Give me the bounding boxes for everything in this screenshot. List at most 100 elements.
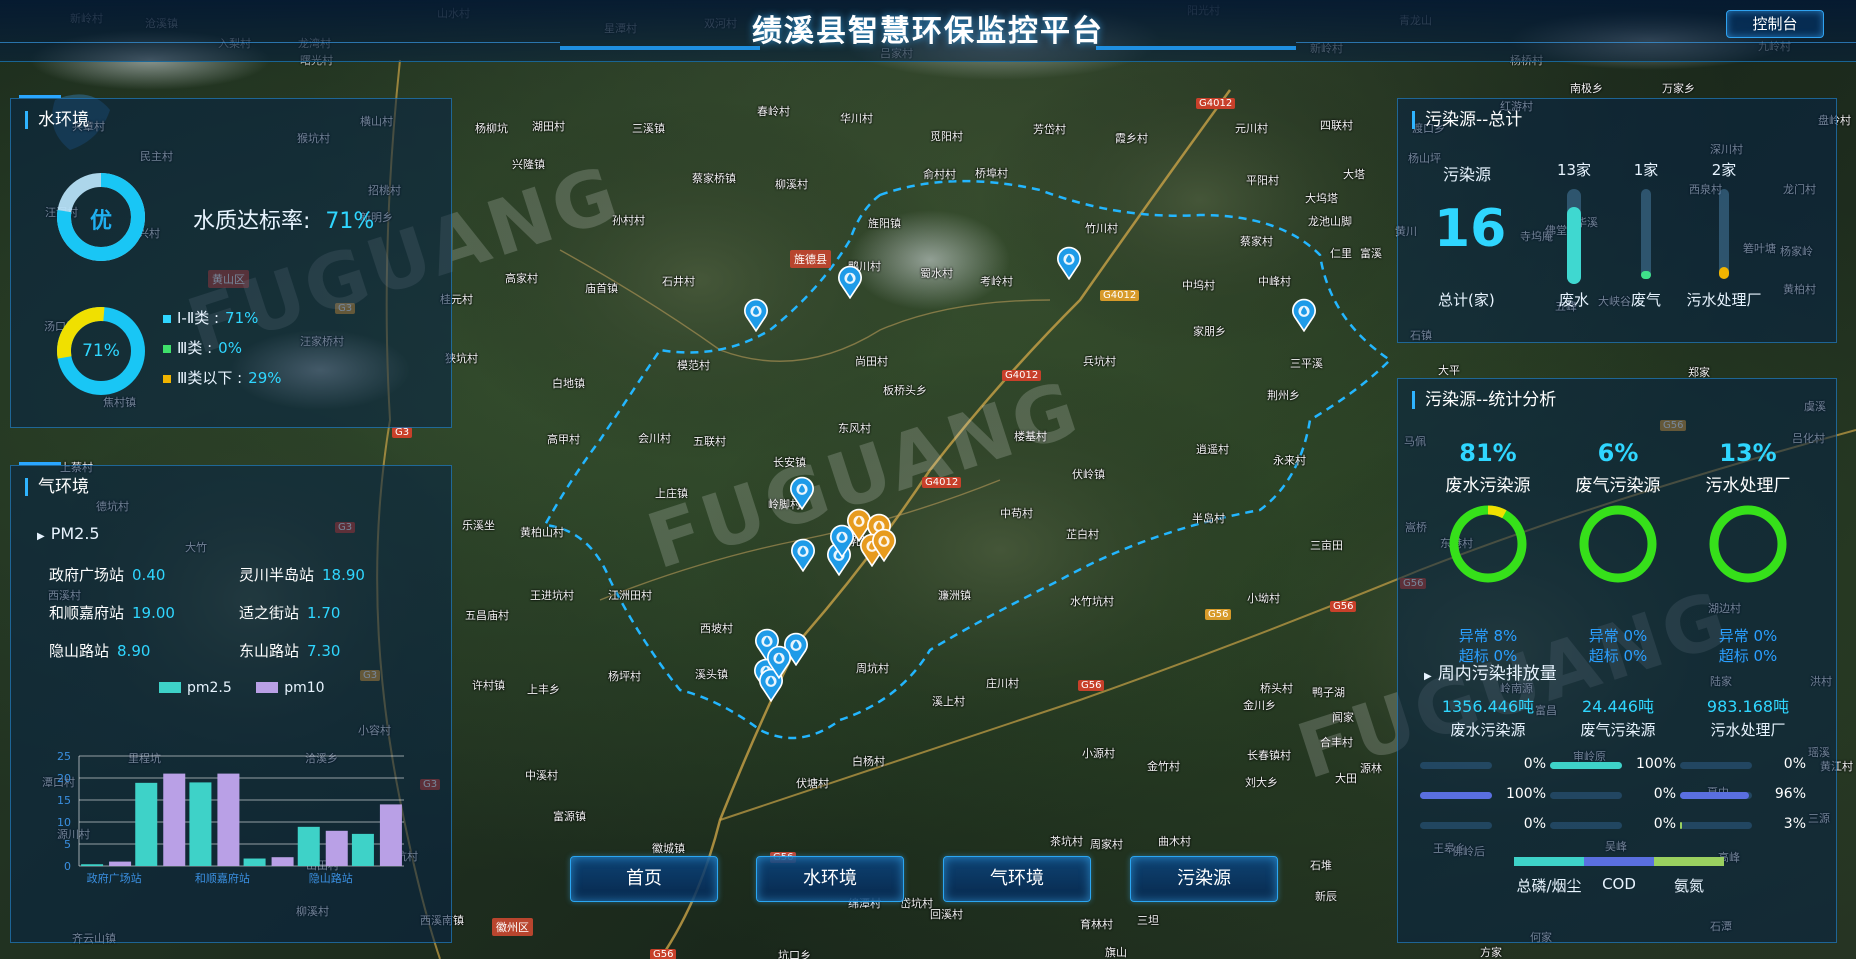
weekly-title: 周内污染排放量 — [1437, 664, 1557, 684]
legend-swatch — [1514, 857, 1584, 866]
map-place-label: 模范村 — [677, 359, 710, 372]
map-place-label: 五昌庙村 — [465, 609, 509, 622]
map-place-label: 中峰村 — [1258, 275, 1291, 288]
stats-label: 污水处理厂 — [1705, 476, 1791, 496]
emission-percent: 96% — [1774, 786, 1806, 802]
total-label: 总计(家) — [1438, 291, 1495, 309]
emission-bar-fill — [1680, 792, 1749, 799]
column-gauge-track — [1567, 189, 1581, 284]
map-place-label: 白地镇 — [552, 377, 585, 390]
map-place-label: 旌阳镇 — [868, 217, 901, 230]
station-name: 隐山路站 — [49, 642, 110, 660]
console-button[interactable]: 控制台 — [1726, 10, 1824, 38]
station-reading: 隐山路站 8.90 — [49, 640, 150, 661]
legend-label: Ⅲ类以下 : — [177, 369, 243, 387]
pollution-stats-panel: 污染源--统计分析 81% 废水污染源 异常 8% 超标 0% 6% 废气污染源 异常 0%… — [1397, 378, 1837, 943]
nav-pollution-button[interactable]: 污染源 — [1130, 856, 1278, 902]
panel-corner — [19, 95, 61, 101]
station-name: 灵川半岛站 — [239, 566, 315, 584]
emission-percent: 0% — [1523, 756, 1546, 772]
map-place-label: 黄柏山村 — [520, 526, 564, 539]
map-place-label: 龙池山脚 — [1308, 215, 1352, 228]
map-place-label: 伏岭镇 — [1072, 468, 1105, 481]
map-place-label: 平阳村 — [1246, 174, 1279, 187]
pm10-bar — [379, 804, 402, 866]
pollution-source-pin-icon[interactable] — [871, 528, 897, 562]
map-place-label: 竹川村 — [1085, 222, 1118, 235]
map-place-label: 仁里 — [1330, 247, 1352, 260]
map-place-label: 西坡村 — [700, 622, 733, 635]
legend-value: 71% — [225, 309, 259, 327]
water-station-pin-icon[interactable] — [1291, 298, 1317, 332]
emission-percent: 0% — [1523, 816, 1546, 832]
y-tick-label: 10 — [57, 816, 71, 829]
emission-bar-track — [1420, 762, 1492, 769]
pollution-stats-title: 污染源--统计分析 — [1412, 391, 1556, 409]
map-place-label: 柳溪村 — [775, 178, 808, 191]
nav-water-button[interactable]: 水环境 — [756, 856, 904, 902]
water-station-pin-icon[interactable] — [1056, 246, 1082, 280]
stats-percent: 6% — [1597, 439, 1639, 467]
water-station-pin-icon[interactable] — [766, 645, 792, 679]
map-place-label: 芳岱村 — [1033, 123, 1066, 136]
map-place-label: 庄川村 — [986, 677, 1019, 690]
map-place-label: 溪上村 — [932, 695, 965, 708]
map-place-label: 富溪 — [1360, 247, 1382, 260]
weekly-label: 污水处理厂 — [1710, 721, 1786, 739]
y-tick-label: 25 — [57, 750, 71, 763]
emission-percent: 3% — [1783, 816, 1806, 832]
water-station-pin-icon[interactable] — [789, 476, 815, 510]
stats-label: 废水污染源 — [1445, 476, 1531, 496]
station-reading: 适之街站 1.70 — [239, 602, 340, 623]
y-tick-label: 5 — [64, 838, 71, 851]
chart-legend: pm2.5 pm10 — [159, 680, 325, 696]
map-place-label: 三亩田 — [1310, 539, 1343, 552]
station-reading: 政府广场站 0.40 — [49, 564, 165, 585]
water-station-pin-icon[interactable] — [790, 538, 816, 572]
map-place-label: 坑口乡 — [778, 949, 811, 959]
map-place-label: 尚田村 — [855, 355, 888, 368]
pm-selector[interactable]: ▶ PM2.5 — [37, 524, 100, 543]
nav-air-button[interactable]: 气环境 — [943, 856, 1091, 902]
map-place-label: 觅阳村 — [930, 130, 963, 143]
map-place-label: 五联村 — [693, 435, 726, 448]
map-place-label: 岱坑村 — [900, 897, 933, 910]
map-place-label: 蔡家村 — [1240, 235, 1273, 248]
pm25-bar — [351, 833, 374, 866]
map-place-label: 长春镇村 — [1247, 749, 1291, 762]
map-place-label: 小坳村 — [1247, 592, 1280, 605]
weekly-amount: 983.168吨 — [1706, 697, 1790, 716]
map-place-label: 回溪村 — [930, 908, 963, 921]
stats-ring — [1709, 505, 1787, 583]
legend-value: 0% — [218, 339, 242, 357]
map-place-label: 蜀水村 — [920, 267, 953, 280]
legend-swatch — [163, 315, 171, 323]
map-place-label: 芷白村 — [1066, 528, 1099, 541]
water-legend-item: Ⅰ-Ⅱ类 : 71% — [163, 307, 258, 328]
column-gauge-track — [1641, 189, 1651, 279]
station-value: 1.70 — [307, 604, 341, 622]
water-rate: 水质达标率: 71% — [193, 203, 374, 235]
stats-label: 废气污染源 — [1575, 476, 1661, 496]
emission-bar-fill — [1420, 792, 1492, 799]
source-label: 污染源 — [1443, 165, 1492, 184]
caret-right-icon: ▶ — [37, 531, 45, 542]
water-station-pin-icon[interactable] — [743, 298, 769, 332]
station-name: 东山路站 — [239, 642, 300, 660]
water-panel: 水环境 优 水质达标率: 71% 71% Ⅰ-Ⅱ类 : 71% Ⅲ类 : 0% Ⅲ类以下… — [10, 95, 452, 428]
station-reading: 和顺嘉府站 19.00 — [49, 602, 175, 623]
map-place-label: 金竹村 — [1147, 760, 1180, 773]
stats-abnormal: 异常 0% — [1718, 627, 1778, 645]
map-place-label: 俞村村 — [923, 168, 956, 181]
map-place-label: 三平溪 — [1290, 357, 1323, 370]
emission-bar-track — [1550, 762, 1622, 769]
pm10-bar — [109, 861, 132, 866]
water-station-pin-icon[interactable] — [837, 265, 863, 299]
map-place-label: 万家乡 — [1662, 82, 1695, 95]
emission-bar-track — [1550, 792, 1622, 799]
water-legend-item: Ⅲ类以下 : 29% — [163, 367, 282, 388]
y-tick-label: 15 — [57, 794, 71, 807]
stats-percent: 13% — [1719, 439, 1777, 467]
column-gauge-fill — [1719, 267, 1729, 279]
nav-home-button[interactable]: 首页 — [570, 856, 718, 902]
